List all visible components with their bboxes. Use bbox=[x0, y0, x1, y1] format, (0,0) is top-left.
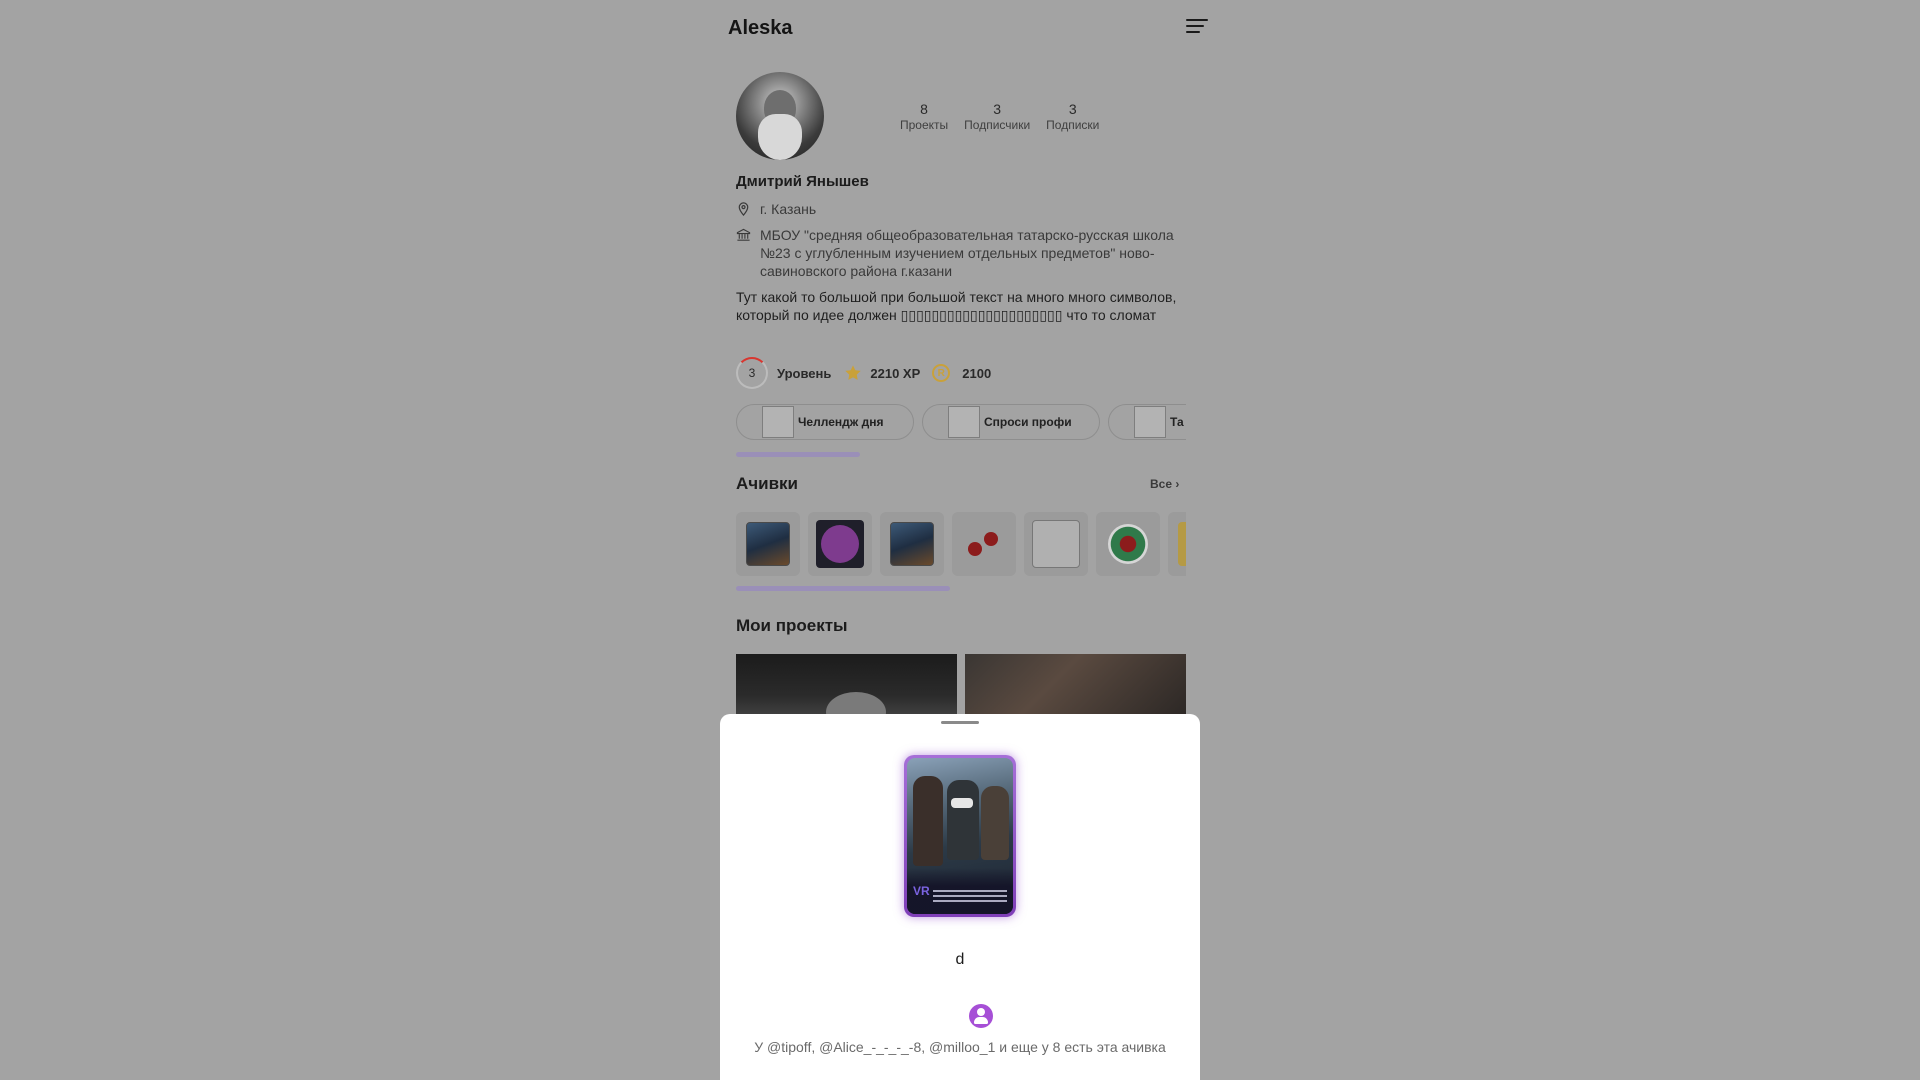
coin-icon: R bbox=[932, 364, 951, 382]
achievement-card: VR bbox=[904, 755, 1016, 917]
user-name: Дмитрий Янышев bbox=[736, 173, 869, 190]
city-row: г. Казань bbox=[736, 200, 816, 218]
institution-icon bbox=[736, 228, 751, 241]
achievement-vr-2[interactable] bbox=[880, 512, 944, 576]
stat-following[interactable]: 3 Подписки bbox=[1046, 100, 1099, 133]
achievements-title: Ачивки bbox=[736, 474, 799, 493]
see-all-link[interactable]: Все › bbox=[1150, 477, 1179, 491]
star-icon bbox=[845, 365, 862, 380]
avatar[interactable] bbox=[736, 72, 824, 160]
card-vr-tag: VR bbox=[913, 884, 930, 898]
xp-value: 2210 XP bbox=[870, 365, 921, 381]
top-bar: Aleska bbox=[728, 0, 1208, 56]
chip-label: Та bbox=[1170, 415, 1184, 429]
achievement-empty[interactable] bbox=[1024, 512, 1088, 576]
achievement-purple-monster[interactable] bbox=[808, 512, 872, 576]
projects-grid bbox=[736, 654, 1186, 714]
location-pin-icon bbox=[738, 202, 749, 217]
city-text: г. Казань bbox=[760, 201, 817, 217]
chip-image-icon bbox=[762, 406, 794, 438]
owners-text: У @tipoff, @Alice_-_-_-_-8, @milloo_1 и … bbox=[754, 1039, 1166, 1055]
level-row: 3 Уровень 2210 XP R 2100 bbox=[736, 357, 991, 389]
stat-followers[interactable]: 3 Подписчики bbox=[964, 100, 1030, 133]
project-card[interactable] bbox=[965, 654, 1186, 714]
school-row: МБОУ "средняя общеобразовательная татарс… bbox=[736, 226, 1186, 280]
user-avatar-icon[interactable] bbox=[969, 1004, 993, 1028]
stat-following-value: 3 bbox=[1068, 101, 1077, 117]
chip-daily-challenge[interactable]: Челлендж дня bbox=[736, 404, 914, 440]
profile-stats: 8 Проекты 3 Подписчики 3 Подписки bbox=[900, 100, 1099, 133]
projects-title: Мои проекты bbox=[736, 616, 848, 635]
stat-projects-label: Проекты bbox=[900, 118, 949, 132]
chip-label: Спроси профи bbox=[984, 415, 1072, 429]
stat-following-label: Подписки bbox=[1046, 118, 1100, 132]
achievement-dumbbell[interactable] bbox=[952, 512, 1016, 576]
app-title: Aleska bbox=[728, 17, 793, 39]
level-badge: 3 bbox=[736, 357, 768, 389]
achievement-vr[interactable] bbox=[736, 512, 800, 576]
achievement-name: d bbox=[955, 951, 965, 968]
achievements-carousel[interactable] bbox=[736, 512, 1186, 576]
stat-projects[interactable]: 8 Проекты bbox=[900, 100, 948, 133]
achievement-emblem[interactable] bbox=[1096, 512, 1160, 576]
achievement-bottom-sheet: VR d У @tipoff, @Alice_-_-_-_-8, @milloo… bbox=[720, 714, 1200, 1080]
chip-image-icon bbox=[1134, 406, 1166, 438]
chip-image-icon bbox=[948, 406, 980, 438]
achievements-scrollbar[interactable] bbox=[736, 586, 950, 591]
chip-third[interactable]: Та bbox=[1108, 404, 1186, 440]
achievement-gold[interactable] bbox=[1168, 512, 1186, 576]
stat-projects-value: 8 bbox=[920, 101, 928, 117]
school-text: МБОУ "средняя общеобразовательная татарс… bbox=[760, 227, 1174, 279]
project-card[interactable] bbox=[736, 654, 957, 714]
chips-scrollbar[interactable] bbox=[736, 452, 860, 457]
level-label: Уровень bbox=[777, 365, 832, 381]
coin-value: 2100 bbox=[962, 365, 992, 381]
chip-label: Челлендж дня bbox=[798, 415, 884, 429]
stat-followers-label: Подписчики bbox=[964, 118, 1031, 132]
bio-text: Тут какой то большой при большой текст н… bbox=[736, 289, 1177, 323]
quick-actions-carousel[interactable]: Челлендж дня Спроси профи Та bbox=[736, 404, 1186, 444]
stat-followers-value: 3 bbox=[993, 101, 1002, 117]
chip-ask-pro[interactable]: Спроси профи bbox=[922, 404, 1100, 440]
menu-icon[interactable] bbox=[1186, 19, 1208, 35]
sheet-drag-handle[interactable] bbox=[941, 721, 979, 724]
